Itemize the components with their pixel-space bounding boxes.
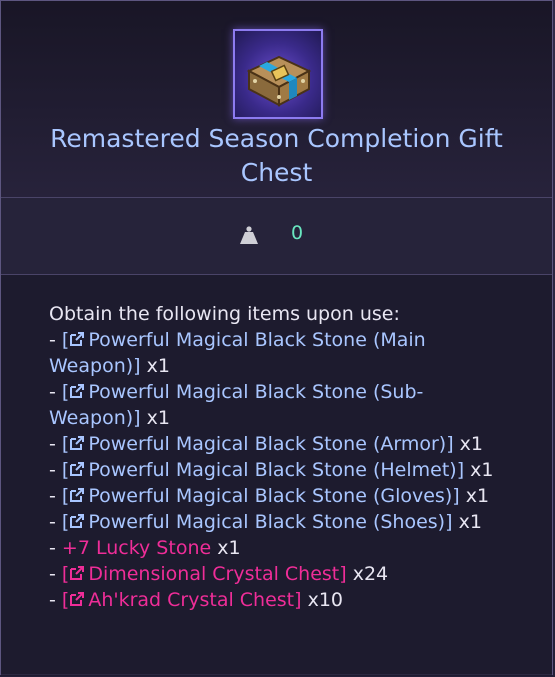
tooltip-header: Remastered Season Completion Gift Chest — [1, 1, 552, 198]
list-bullet: - — [49, 459, 62, 481]
reward-item-label: Powerful Magical Black Stone (Main Weapo… — [49, 329, 426, 377]
link-bracket-open: [ — [61, 563, 70, 585]
reward-item: - [ Powerful Magical Black Stone (Gloves)… — [49, 483, 509, 509]
link-bracket-open: [ — [61, 511, 70, 533]
link-bracket-open: [ — [61, 459, 70, 481]
link-bracket-open: [ — [61, 589, 70, 611]
reward-item-label: +7 Lucky Stone — [61, 537, 212, 559]
reward-item-label: Powerful Magical Black Stone (Gloves) — [88, 485, 453, 507]
reward-quantity: x1 — [459, 485, 490, 507]
reward-item-label: Powerful Magical Black Stone (Shoes) — [88, 511, 446, 533]
link-bracket-close: ] — [133, 355, 141, 377]
list-bullet: - — [49, 563, 62, 585]
link-bracket-open: [ — [61, 329, 70, 351]
reward-item-label: Powerful Magical Black Stone (Helmet) — [88, 459, 457, 481]
reward-item-link[interactable]: [ Powerful Magical Black Stone (Shoes)] — [62, 511, 453, 533]
item-tooltip: Remastered Season Completion Gift Chest … — [0, 0, 553, 676]
link-bracket-close: ] — [446, 433, 454, 455]
external-link-icon — [69, 510, 85, 528]
weight-icon — [239, 225, 259, 245]
reward-item-link[interactable]: [ Ah'krad Crystal Chest] — [62, 589, 302, 611]
reward-quantity: x1 — [140, 407, 170, 429]
reward-item-label: Dimensional Crystal Chest — [88, 563, 340, 585]
external-link-icon — [69, 328, 85, 346]
external-link-icon — [69, 432, 85, 450]
link-bracket-open: [ — [61, 381, 70, 403]
reward-item-label: Ah'krad Crystal Chest — [88, 589, 295, 611]
reward-item: - [ Powerful Magical Black Stone (Helmet)… — [49, 457, 509, 483]
stat-row: 0 — [1, 198, 552, 275]
link-bracket-close: ] — [294, 589, 302, 611]
reward-item-link[interactable]: [ Powerful Magical Black Stone (Helmet)] — [62, 459, 464, 481]
external-link-icon — [69, 484, 85, 502]
reward-item-link[interactable]: [ Powerful Magical Black Stone (Gloves)] — [62, 485, 460, 507]
reward-list: - [Powerful Magical Black Stone (Main We… — [49, 327, 532, 613]
tooltip-description: Obtain the following items upon use: - [… — [1, 275, 552, 676]
list-bullet: - — [49, 433, 62, 455]
link-bracket-close: ] — [456, 459, 465, 481]
reward-item: - [Powerful Magical Black Stone (Sub-Wea… — [49, 379, 509, 431]
link-bracket-close: ] — [133, 407, 141, 429]
link-bracket-open: [ — [61, 433, 70, 455]
list-bullet: - — [49, 511, 62, 533]
reward-quantity: x24 — [346, 563, 389, 585]
reward-item: - +7 Lucky Stone x1 — [49, 535, 509, 561]
link-bracket-open: [ — [61, 485, 70, 507]
external-link-icon — [69, 588, 85, 606]
reward-quantity: x1 — [453, 433, 483, 455]
list-bullet: - — [49, 381, 62, 403]
reward-item: - [ Ah'krad Crystal Chest] x10 — [49, 587, 509, 613]
list-bullet: - — [49, 537, 62, 559]
reward-quantity: x10 — [301, 589, 344, 611]
reward-item: - [ Powerful Magical Black Stone (Shoes)]… — [49, 509, 509, 535]
item-title: Remastered Season Completion Gift Chest — [50, 124, 503, 187]
reward-item: - [Powerful Magical Black Stone (Main We… — [49, 327, 509, 379]
external-link-icon — [69, 380, 85, 398]
link-bracket-close: ] — [445, 511, 453, 533]
external-link-icon — [69, 458, 85, 476]
reward-item-link[interactable]: [ Powerful Magical Black Stone (Armor)] — [62, 433, 454, 455]
list-bullet: - — [49, 329, 62, 351]
reward-item-link[interactable]: [Powerful Magical Black Stone (Main Weap… — [49, 329, 426, 377]
link-bracket-close: ] — [452, 485, 460, 507]
reward-item-label: Powerful Magical Black Stone (Armor) — [88, 433, 447, 455]
reward-quantity: x1 — [464, 459, 494, 481]
reward-quantity: x1 — [452, 511, 482, 533]
reward-item: - [ Dimensional Crystal Chest] x24 — [49, 561, 509, 587]
gift-chest-icon — [233, 29, 323, 119]
reward-item-link[interactable]: [ Dimensional Crystal Chest] — [62, 563, 347, 585]
external-link-icon — [69, 562, 85, 580]
description-heading: Obtain the following items upon use: — [49, 303, 400, 325]
link-bracket-close: ] — [339, 563, 347, 585]
reward-item: - [ Powerful Magical Black Stone (Armor)]… — [49, 431, 509, 457]
reward-quantity: x1 — [140, 355, 170, 377]
reward-quantity: x1 — [211, 537, 241, 559]
list-bullet: - — [49, 589, 62, 611]
reward-item-link[interactable]: [Powerful Magical Black Stone (Sub-Weapo… — [49, 381, 423, 429]
reward-item-label: Powerful Magical Black Stone (Sub-Weapon… — [49, 381, 424, 429]
list-bullet: - — [49, 485, 62, 507]
stat-value: 0 — [291, 222, 304, 244]
